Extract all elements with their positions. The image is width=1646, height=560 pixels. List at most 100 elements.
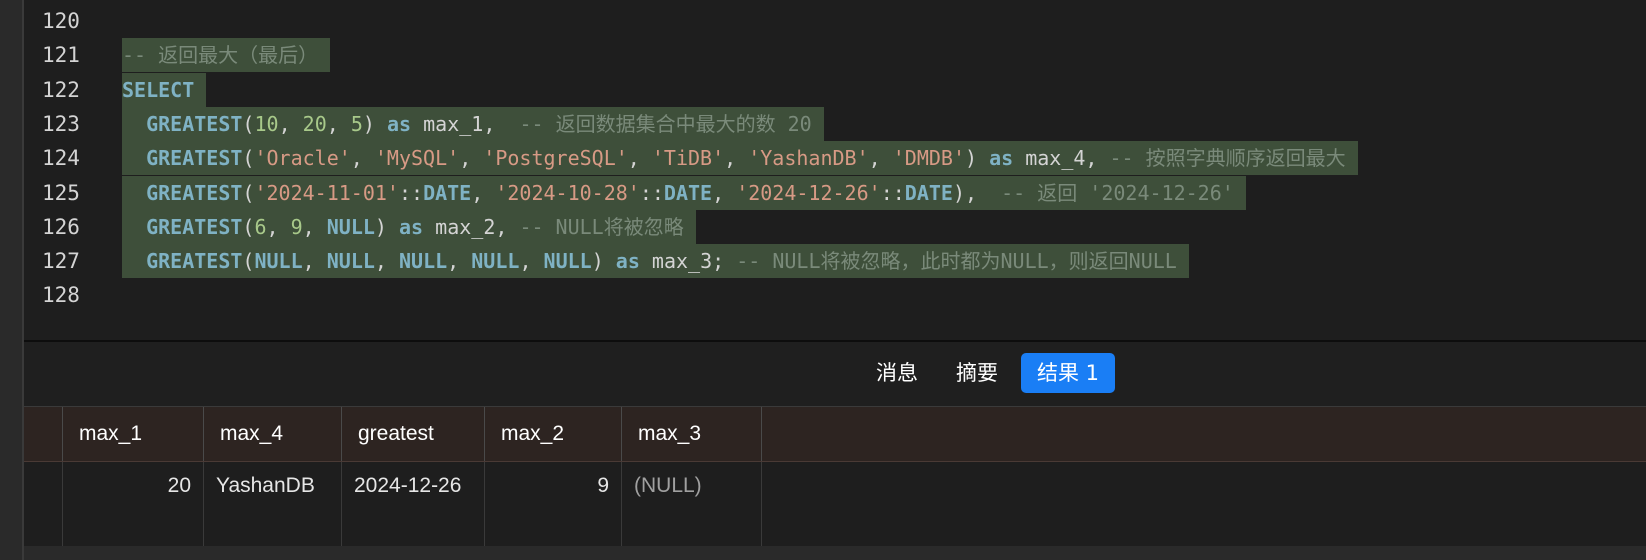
code-token: DATE bbox=[423, 180, 472, 205]
code-token: as bbox=[615, 249, 640, 274]
code-token: GREATEST bbox=[146, 146, 243, 171]
editor-line[interactable]: 120 bbox=[24, 3, 1646, 39]
cell-max_1[interactable]: 20 bbox=[62, 462, 203, 546]
cell-max_4[interactable]: YashanDB bbox=[203, 462, 341, 546]
column-header-max_1[interactable]: max_1 bbox=[62, 407, 203, 461]
code-token: -- 返回 '2024-12-26' bbox=[1001, 180, 1234, 205]
sql-editor[interactable]: 120 121 -- 返回最大（最后） 122 SELECT 123 GREATEST(1… bbox=[24, 0, 1646, 340]
line-number: 125 bbox=[42, 180, 80, 205]
code-token: GREATEST bbox=[146, 214, 243, 239]
code-token: 'PostgreSQL' bbox=[483, 146, 628, 171]
column-header-greatest[interactable]: greatest bbox=[341, 407, 484, 461]
cell-max_2[interactable]: 9 bbox=[484, 462, 621, 546]
cell-greatest[interactable]: 2024-12-26 bbox=[341, 462, 484, 546]
code-token: , bbox=[447, 249, 472, 274]
code-token: , bbox=[712, 180, 737, 205]
code-token: NULL bbox=[254, 249, 303, 274]
code-token: DATE bbox=[904, 180, 953, 205]
code-token: NULL bbox=[326, 214, 375, 239]
code-token: GREATEST bbox=[146, 180, 243, 205]
code-token: -- 返回数据集合中最大的数 20 bbox=[519, 111, 812, 136]
result-tabs-bar: 消息 摘要 结果 1 bbox=[24, 342, 1646, 407]
code-token: , bbox=[459, 146, 484, 171]
table-row[interactable]: 20 YashanDB 2024-12-26 9 (NULL) bbox=[24, 462, 1646, 546]
line-number: 124 bbox=[42, 146, 80, 171]
line-number: 122 bbox=[42, 77, 80, 102]
code-token: -- NULL将被忽略，此时都为NULL，则返回NULL bbox=[736, 249, 1177, 274]
code-token: 9 bbox=[290, 214, 303, 239]
code-token: 'MySQL' bbox=[374, 146, 460, 171]
code-token: NULL bbox=[326, 249, 375, 274]
code-token: , bbox=[278, 111, 303, 136]
code-token: , bbox=[374, 249, 399, 274]
code-token: , bbox=[302, 214, 327, 239]
window-left-strip bbox=[0, 0, 24, 560]
code-token: GREATEST bbox=[146, 111, 243, 136]
code-text[interactable]: GREATEST(NULL, NULL, NULL, NULL, NULL) a… bbox=[122, 244, 1189, 279]
code-text[interactable]: GREATEST(10, 20, 5) as max_1, -- 返回数据集合中… bbox=[122, 106, 824, 141]
code-text[interactable]: GREATEST(6, 9, NULL) as max_2, -- NULL将被… bbox=[122, 209, 696, 244]
code-token: , bbox=[326, 111, 351, 136]
code-token: -- NULL将被忽略 bbox=[519, 214, 684, 239]
code-token: ( bbox=[242, 180, 255, 205]
code-text[interactable]: -- 返回最大（最后） bbox=[122, 38, 331, 73]
code-token: DATE bbox=[663, 180, 713, 205]
code-token: , bbox=[724, 146, 749, 171]
tab-result-1[interactable]: 结果 1 bbox=[1021, 353, 1116, 393]
code-token: 20 bbox=[302, 111, 327, 136]
code-token: ), bbox=[952, 180, 1002, 205]
code-token: 'DMDB' bbox=[892, 146, 965, 171]
column-header-max_3[interactable]: max_3 bbox=[621, 407, 762, 461]
code-token: :: bbox=[398, 180, 424, 205]
code-token: 'Oracle' bbox=[254, 146, 351, 171]
line-number: 120 bbox=[42, 9, 80, 33]
code-token: '2024-11-01' bbox=[254, 180, 399, 205]
code-token: max_3; bbox=[639, 249, 737, 274]
code-token: max_4, bbox=[1013, 146, 1110, 171]
code-token: 10 bbox=[254, 111, 279, 136]
code-token: ( bbox=[242, 111, 255, 136]
tab-messages[interactable]: 消息 bbox=[860, 353, 934, 393]
code-token: 'YashanDB' bbox=[748, 146, 869, 171]
code-token: '2024-12-26' bbox=[736, 180, 881, 205]
code-token: ( bbox=[242, 214, 255, 239]
editor-line[interactable]: 128 bbox=[24, 277, 1646, 313]
line-number: 128 bbox=[42, 283, 80, 308]
column-header-max_2[interactable]: max_2 bbox=[484, 407, 621, 461]
code-token: , bbox=[302, 249, 327, 274]
grid-header: max_1 max_4 greatest max_2 max_3 bbox=[24, 407, 1646, 462]
editor-line[interactable]: 127 GREATEST(NULL, NULL, NULL, NULL, NUL… bbox=[24, 243, 1646, 279]
code-token: SELECT bbox=[122, 77, 195, 102]
code-token: GREATEST bbox=[146, 249, 243, 274]
editor-line[interactable]: 126 GREATEST(6, 9, NULL) as max_2, -- NU… bbox=[24, 209, 1646, 245]
code-token: max_2, bbox=[423, 214, 520, 239]
line-number: 123 bbox=[42, 111, 80, 136]
code-token: ) bbox=[964, 146, 990, 171]
editor-line[interactable]: 122 SELECT bbox=[24, 72, 1646, 108]
editor-line[interactable]: 123 GREATEST(10, 20, 5) as max_1, -- 返回数… bbox=[24, 106, 1646, 142]
code-text[interactable]: GREATEST('2024-11-01'::DATE, '2024-10-28… bbox=[122, 175, 1246, 210]
line-number: 126 bbox=[42, 214, 80, 239]
editor-line[interactable]: 121 -- 返回最大（最后） bbox=[24, 37, 1646, 73]
cell-max_3[interactable]: (NULL) bbox=[621, 462, 762, 546]
code-token: :: bbox=[880, 180, 905, 205]
tab-summary[interactable]: 摘要 bbox=[940, 353, 1014, 393]
column-header-max_4[interactable]: max_4 bbox=[203, 407, 341, 461]
code-token: NULL bbox=[471, 249, 520, 274]
code-token: ) bbox=[591, 249, 616, 274]
code-text[interactable]: SELECT bbox=[122, 72, 207, 107]
editor-line[interactable]: 125 GREATEST('2024-11-01'::DATE, '2024-1… bbox=[24, 175, 1646, 211]
code-token: ( bbox=[242, 146, 255, 171]
code-token: '2024-10-28' bbox=[495, 180, 640, 205]
code-token: NULL bbox=[543, 249, 592, 274]
editor-line[interactable]: 124 GREATEST('Oracle', 'MySQL', 'Postgre… bbox=[24, 140, 1646, 176]
code-token: , bbox=[519, 249, 544, 274]
code-text[interactable]: GREATEST('Oracle', 'MySQL', 'PostgreSQL'… bbox=[122, 141, 1358, 176]
code-token: , bbox=[350, 146, 375, 171]
code-token: 'TiDB' bbox=[651, 146, 725, 171]
